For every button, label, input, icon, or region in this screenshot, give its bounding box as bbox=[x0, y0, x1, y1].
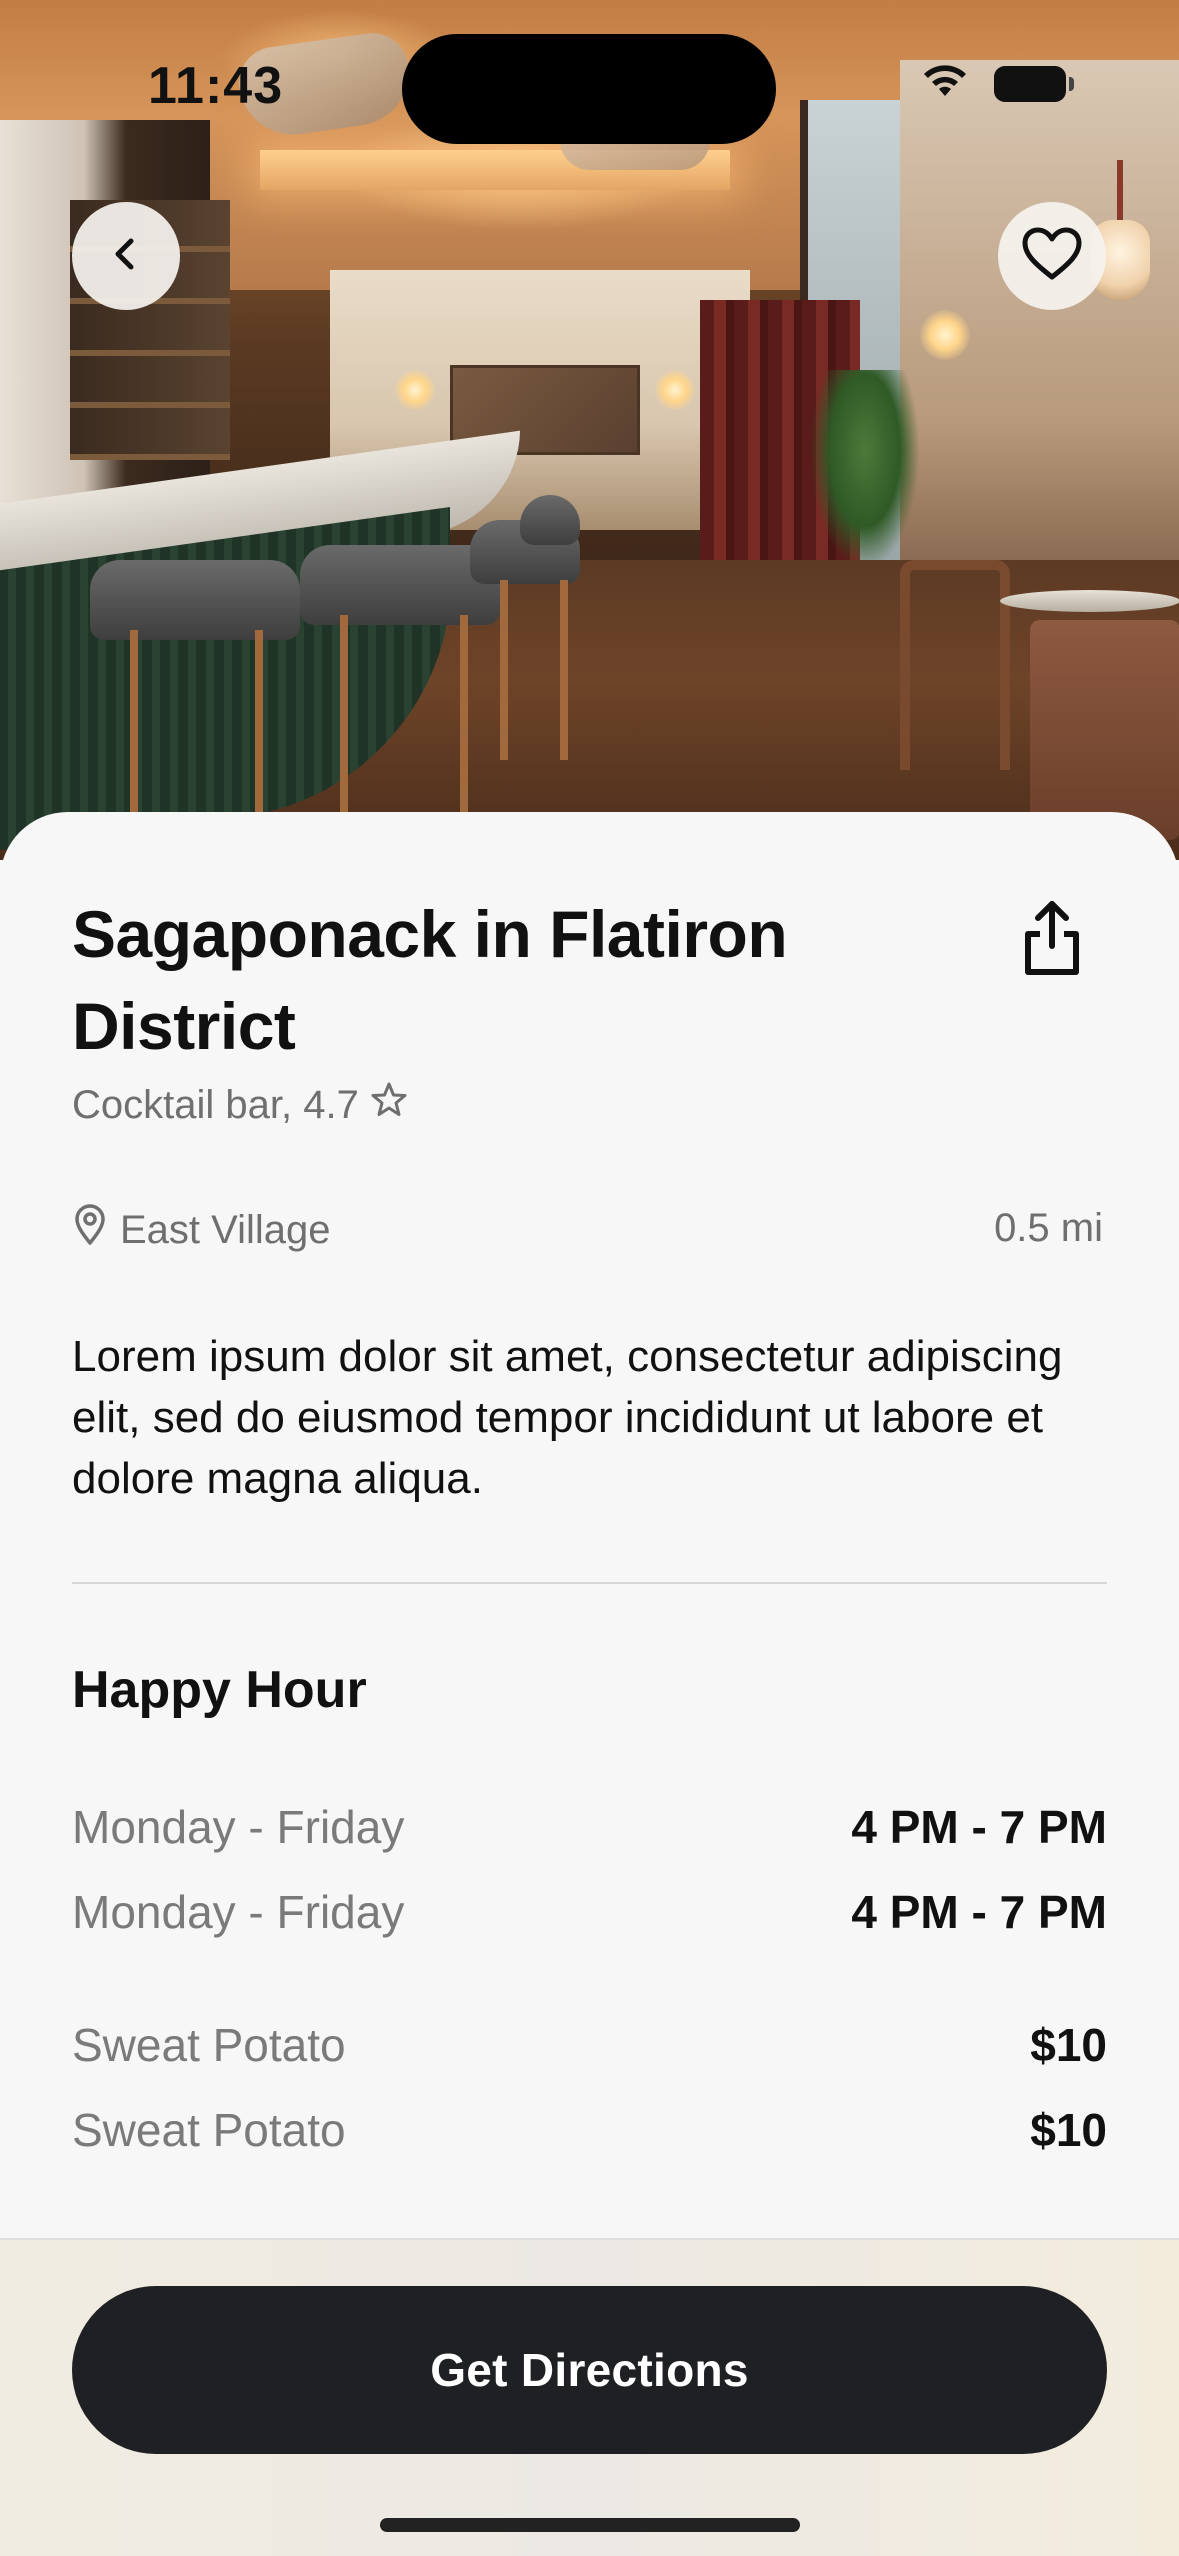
special-price: $10 bbox=[1030, 2019, 1107, 2071]
schedule-row: Monday - Friday 4 PM - 7 PM bbox=[72, 1800, 1107, 1854]
map-pin-icon bbox=[72, 1204, 108, 1256]
wifi-icon bbox=[920, 62, 970, 105]
schedule-days: Monday - Friday bbox=[72, 1886, 405, 1938]
happy-hour-title: Happy Hour bbox=[72, 1661, 367, 1719]
schedule-hours: 4 PM - 7 PM bbox=[851, 1886, 1107, 1938]
back-button[interactable] bbox=[72, 202, 180, 310]
get-directions-button[interactable]: Get Directions bbox=[72, 2286, 1107, 2454]
favorite-button[interactable] bbox=[998, 202, 1106, 310]
battery-icon bbox=[994, 65, 1074, 102]
special-row: Sweat Potato $10 bbox=[72, 2018, 1107, 2072]
category-rating: Cocktail bar, 4.7 bbox=[72, 1080, 409, 1130]
heart-outline-icon bbox=[1020, 225, 1084, 288]
neighborhood-label: East Village bbox=[120, 1207, 331, 1252]
venue-description: Lorem ipsum dolor sit amet, consectetur … bbox=[72, 1332, 1063, 1503]
distance-label: 0.5 mi bbox=[994, 1206, 1103, 1250]
chevron-left-icon bbox=[103, 231, 149, 282]
location: East Village bbox=[72, 1204, 331, 1256]
status-icons bbox=[920, 62, 1074, 105]
divider bbox=[72, 1582, 1107, 1584]
special-item: Sweat Potato bbox=[72, 2104, 346, 2156]
special-row: Sweat Potato $10 bbox=[72, 2103, 1107, 2157]
schedule-row: Monday - Friday 4 PM - 7 PM bbox=[72, 1885, 1107, 1939]
venue-title: Sagaponack in Flatiron District bbox=[72, 897, 788, 1063]
special-price: $10 bbox=[1030, 2104, 1107, 2156]
share-icon bbox=[1016, 901, 1088, 984]
star-outline-icon bbox=[369, 1080, 409, 1130]
dynamic-island bbox=[402, 34, 776, 144]
schedule-hours: 4 PM - 7 PM bbox=[851, 1801, 1107, 1853]
schedule-days: Monday - Friday bbox=[72, 1801, 405, 1853]
special-item: Sweat Potato bbox=[72, 2019, 346, 2071]
category-rating-text: Cocktail bar, 4.7 bbox=[72, 1082, 359, 1127]
share-button[interactable] bbox=[1016, 896, 1088, 980]
home-indicator[interactable] bbox=[380, 2518, 800, 2532]
status-time: 11:43 bbox=[148, 57, 284, 115]
